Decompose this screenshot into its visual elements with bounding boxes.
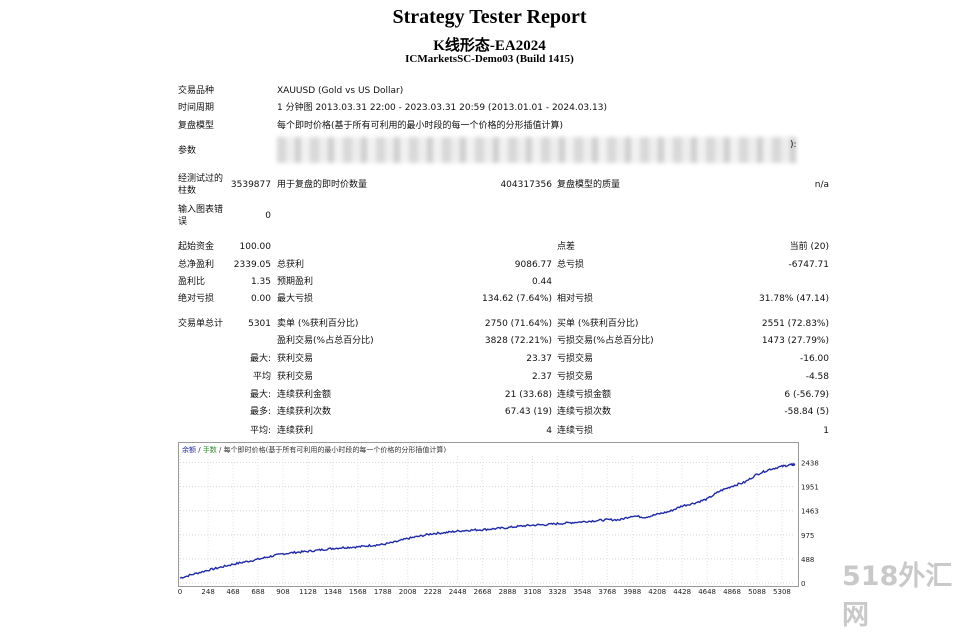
- x-tick-label: 2228: [424, 588, 442, 596]
- balance-series-line: [179, 462, 796, 579]
- watermark-logo: 518外汇网: [842, 561, 953, 631]
- x-tick-label: 2448: [449, 588, 467, 596]
- x-tick-label: 2008: [399, 588, 417, 596]
- x-tick-label: 2888: [499, 588, 517, 596]
- x-tick-label: 5308: [773, 588, 791, 596]
- x-tick-label: 248: [201, 588, 214, 596]
- x-tick-label: 4428: [673, 588, 691, 596]
- x-tick-label: 3108: [524, 588, 542, 596]
- x-tick-label: 4208: [648, 588, 666, 596]
- legend-sep: /: [196, 446, 203, 454]
- x-tick-label: 1568: [349, 588, 367, 596]
- x-tick-label: 688: [251, 588, 264, 596]
- x-tick-label: 1348: [324, 588, 342, 596]
- x-tick-label: 468: [226, 588, 239, 596]
- y-tick-label: 1463: [801, 508, 819, 516]
- legend-volume: 手数: [202, 446, 217, 454]
- x-tick-label: 3548: [573, 588, 591, 596]
- x-tick-label: 3768: [598, 588, 616, 596]
- x-tick-label: 4868: [723, 588, 741, 596]
- x-tick-label: 2668: [474, 588, 492, 596]
- x-tick-label: 5088: [748, 588, 766, 596]
- legend-balance: 余额: [182, 446, 196, 454]
- x-tick-label: 1788: [374, 588, 392, 596]
- x-tick-label: 0: [178, 588, 182, 596]
- x-tick-label: 908: [276, 588, 289, 596]
- y-tick-label: 975: [801, 532, 814, 540]
- x-tick-label: 3988: [623, 588, 641, 596]
- y-tick-label: 488: [801, 556, 814, 564]
- x-tick-label: 1128: [299, 588, 317, 596]
- x-tick-label: 4648: [698, 588, 716, 596]
- y-tick-label: 2438: [801, 460, 819, 468]
- chart-legend: 余额 / 手数 / 每个即时价格(基于所有可利用的最小时段的每一个价格的分形插值…: [182, 445, 446, 455]
- y-tick-label: 1951: [801, 484, 819, 492]
- x-tick-label: 3328: [549, 588, 567, 596]
- legend-desc: / 每个即时价格(基于所有可利用的最小时段的每一个价格的分形插值计算): [216, 446, 447, 454]
- balance-chart: 0 488 975 1463 1951 2438 0 248 468 688 908 1128 1348…: [178, 456, 819, 596]
- y-tick-label: 0: [801, 580, 805, 588]
